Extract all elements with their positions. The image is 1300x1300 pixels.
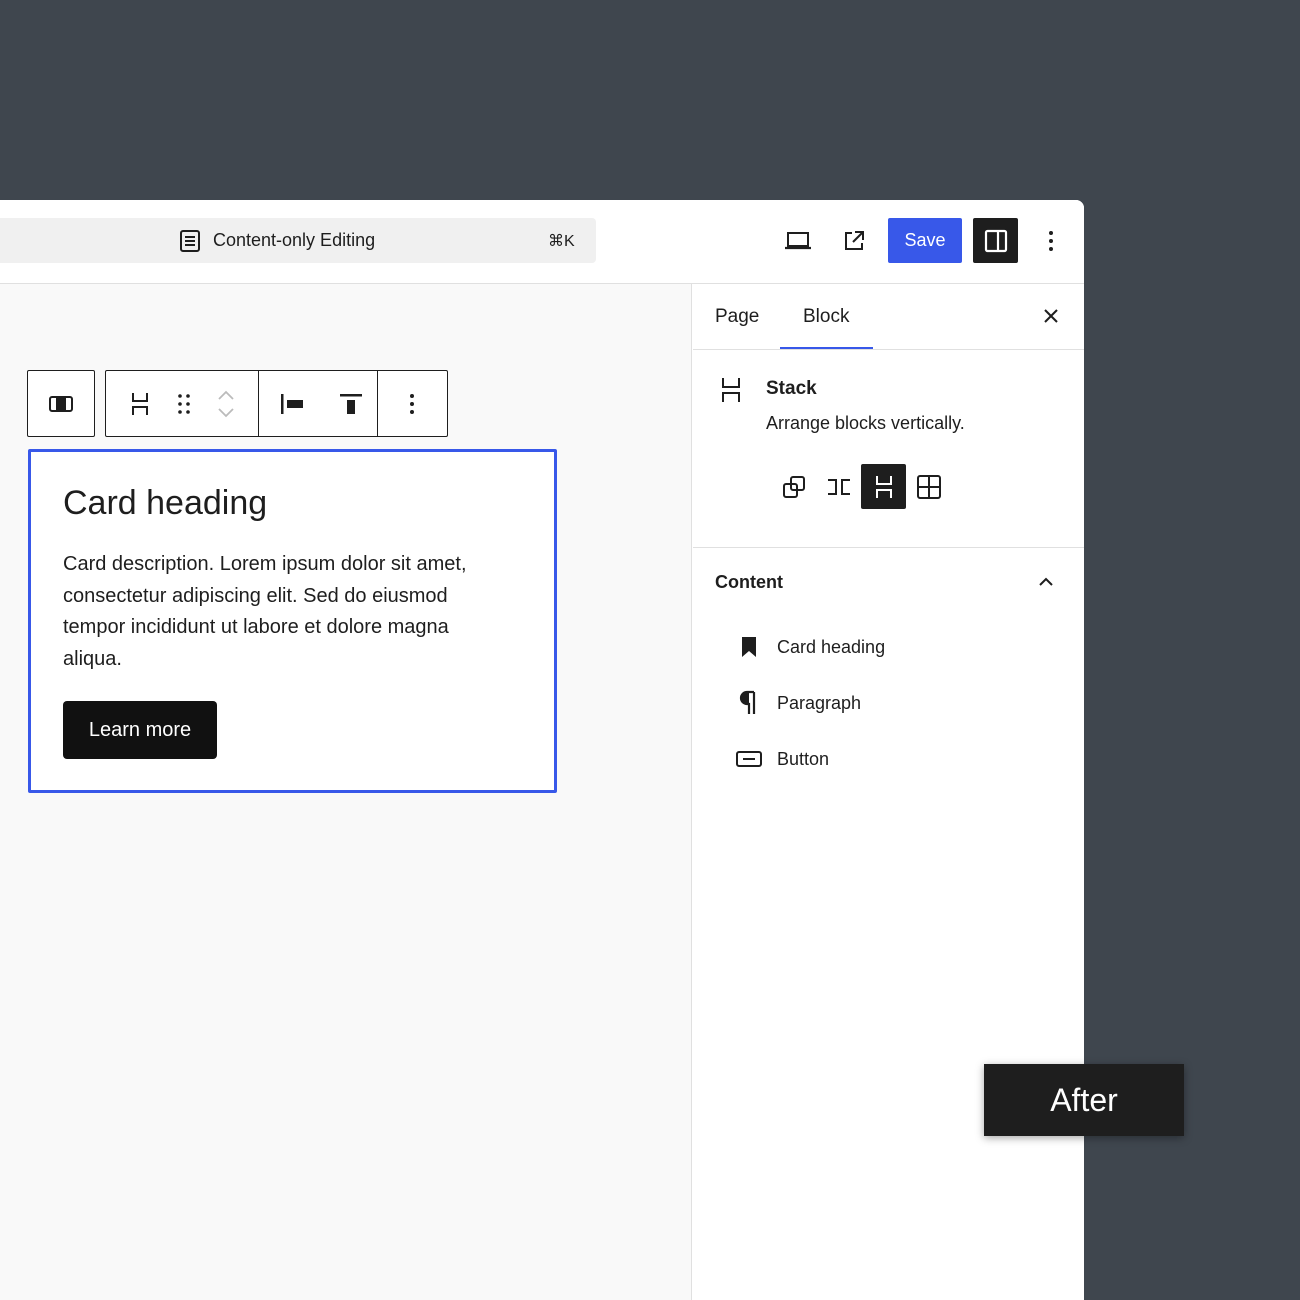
desktop-preview-icon: [785, 231, 811, 249]
move-up-icon[interactable]: [217, 389, 235, 401]
block-toolbar: [105, 370, 448, 437]
variation-group-button[interactable]: [771, 464, 816, 509]
block-title: Stack: [766, 378, 817, 399]
more-vertical-icon: [410, 393, 414, 414]
options-button[interactable]: [1028, 218, 1074, 263]
tab-page[interactable]: Page: [715, 306, 759, 328]
list-item-label: Button: [777, 748, 830, 769]
document-icon: [180, 230, 200, 252]
learn-more-button[interactable]: Learn more: [63, 701, 217, 759]
chevron-up-icon[interactable]: [1034, 570, 1058, 594]
preview-button[interactable]: [775, 218, 821, 263]
block-variations: [771, 464, 951, 509]
row-icon: [827, 478, 850, 495]
settings-sidebar: Page Block Stack Arrange blocks vertical…: [693, 284, 1084, 1300]
stack-icon: [132, 392, 148, 415]
drag-handle[interactable]: [174, 371, 194, 436]
editor-canvas: Card heading Card description. Lorem ips…: [0, 284, 692, 1300]
grid-icon: [916, 474, 941, 499]
block-toolbar-parent: [27, 370, 95, 437]
sidebar-icon: [984, 229, 1007, 252]
align-top-icon: [340, 393, 362, 414]
block-card: Stack Arrange blocks vertically.: [693, 350, 1084, 548]
paragraph-icon: [735, 689, 763, 717]
move-buttons: [194, 371, 258, 436]
content-panel-title[interactable]: Content: [715, 572, 783, 593]
vertical-align-button[interactable]: [325, 371, 377, 436]
sidebar-tabs: Page Block: [693, 284, 1084, 350]
justify-left-icon: [281, 393, 303, 414]
justify-button[interactable]: [259, 371, 325, 436]
list-item-label: Card heading: [777, 636, 886, 657]
block-type-button[interactable]: [106, 371, 174, 436]
block-options-button[interactable]: [378, 371, 446, 436]
drag-handle-icon: [178, 393, 190, 414]
card-heading[interactable]: Card heading: [63, 484, 267, 523]
list-item-label: Paragraph: [777, 692, 862, 713]
editor-header: Content-only Editing ⌘K Save: [0, 200, 1084, 284]
stack-icon: [875, 475, 892, 498]
close-icon[interactable]: [1039, 304, 1063, 328]
variation-stack-button[interactable]: [861, 464, 906, 509]
variation-row-button[interactable]: [816, 464, 861, 509]
view-page-button[interactable]: [831, 218, 877, 263]
editor-window: Content-only Editing ⌘K Save Card headin…: [0, 200, 1084, 1300]
group-icon: [782, 475, 805, 498]
command-shortcut: ⌘K: [548, 233, 575, 250]
list-item[interactable]: Paragraph: [735, 685, 861, 721]
list-item[interactable]: Card heading: [735, 629, 885, 665]
variation-grid-button[interactable]: [906, 464, 951, 509]
save-button[interactable]: Save: [888, 218, 962, 263]
button-icon: [735, 745, 763, 773]
tab-block[interactable]: Block: [803, 306, 849, 328]
move-down-icon[interactable]: [217, 407, 235, 419]
active-tab-indicator: [780, 347, 873, 349]
card-description[interactable]: Card description. Lorem ipsum dolor sit …: [63, 549, 513, 675]
document-title: Content-only Editing: [213, 230, 376, 250]
bookmark-icon: [735, 633, 763, 661]
after-badge: After: [984, 1064, 1184, 1136]
block-description: Arrange blocks vertically.: [766, 413, 965, 433]
block-parent-icon: [49, 395, 73, 412]
card-block[interactable]: Card heading Card description. Lorem ips…: [28, 449, 557, 793]
list-item[interactable]: Button: [735, 741, 829, 777]
settings-sidebar-button[interactable]: [973, 218, 1018, 263]
stack-icon: [722, 378, 740, 402]
command-palette-bar[interactable]: Content-only Editing ⌘K: [0, 218, 596, 263]
more-vertical-icon: [1049, 230, 1053, 251]
external-view-icon: [845, 230, 864, 250]
select-parent-button[interactable]: [28, 371, 94, 436]
